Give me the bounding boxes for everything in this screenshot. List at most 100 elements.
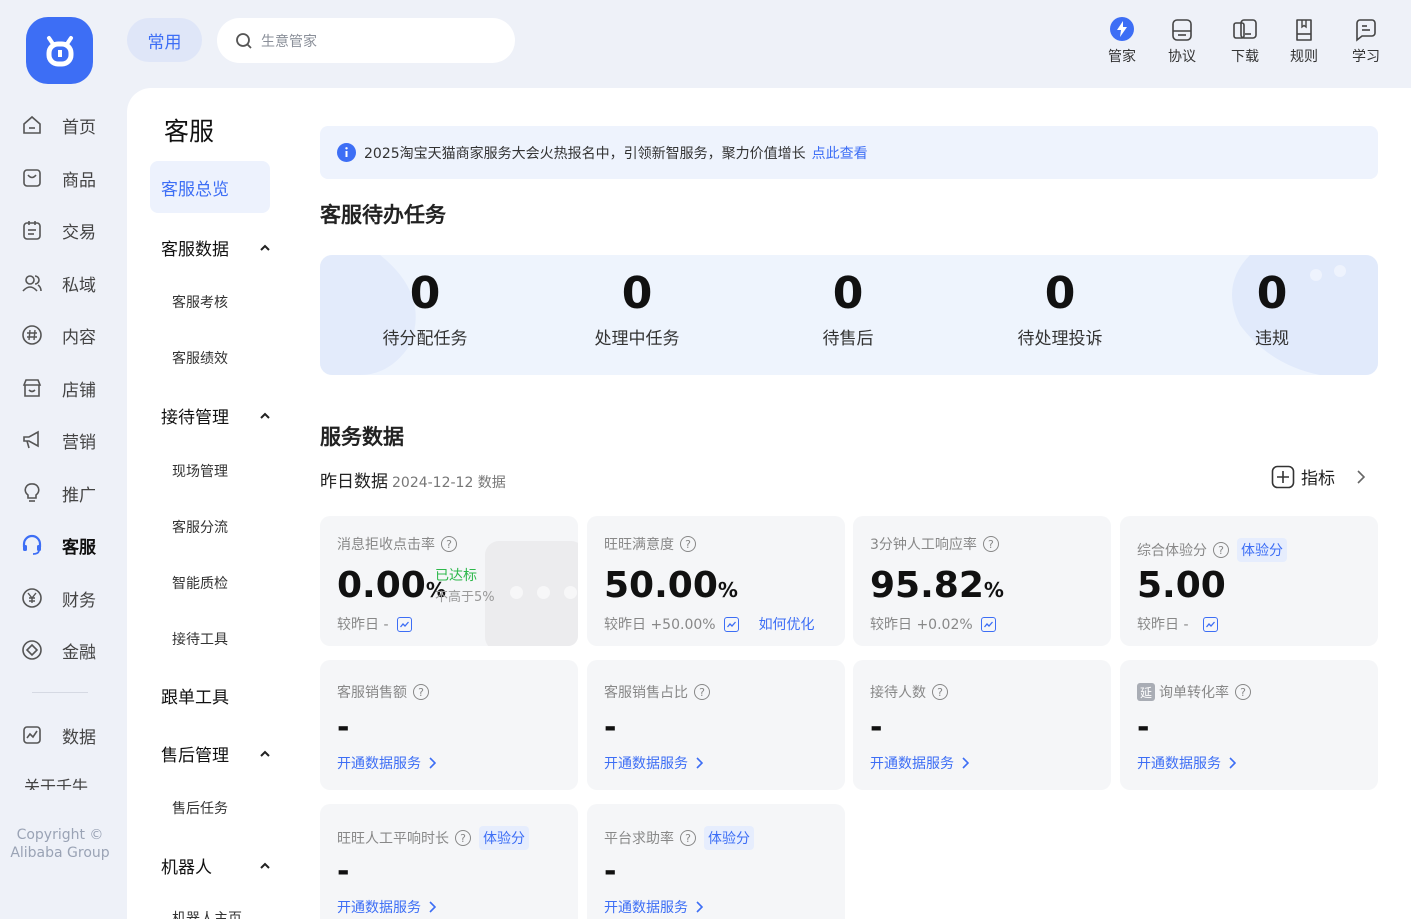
task-aftersale[interactable]: 0 待售后 <box>748 268 948 349</box>
submenu-item[interactable]: 接待工具 <box>172 629 228 649</box>
open-data-service-link[interactable]: 开通数据服务 <box>604 753 703 773</box>
submenu-group-reception[interactable]: 接待管理 <box>161 403 271 428</box>
nav-item-content[interactable]: 内容 <box>0 315 120 355</box>
common-pill-button[interactable]: 常用 <box>127 18 202 62</box>
home-icon <box>21 114 43 136</box>
metric-card-reject-rate[interactable]: 消息拒收点击率? 0.00% 已达标 不高于5% 较昨日 - <box>320 516 578 646</box>
tool-download[interactable]: 下载 <box>1219 14 1271 66</box>
help-icon[interactable]: ? <box>413 684 429 700</box>
submenu-group-label: 售后管理 <box>161 746 229 766</box>
submenu-item[interactable]: 客服绩效 <box>172 348 228 368</box>
open-data-service-link[interactable]: 开通数据服务 <box>337 897 436 917</box>
card-unit: % <box>983 578 1004 602</box>
card-value: - <box>604 854 617 889</box>
submenu-title: 客服 <box>164 117 215 146</box>
tool-agreement[interactable]: 协议 <box>1156 14 1208 66</box>
submenu-group-aftersale[interactable]: 售后管理 <box>161 741 271 766</box>
help-icon[interactable]: ? <box>680 830 696 846</box>
submenu-item[interactable]: 客服分流 <box>172 517 228 537</box>
metric-card-help-rate[interactable]: 平台求助率? 体验分 - 开通数据服务 <box>587 804 845 919</box>
notice-link[interactable]: 点此查看 <box>812 143 868 163</box>
metric-card-sales[interactable]: 客服销售额? - 开通数据服务 <box>320 660 578 790</box>
card-title: 综合体验分 <box>1137 543 1207 559</box>
submenu-group-robot[interactable]: 机器人 <box>161 853 271 878</box>
submenu-item[interactable]: 机器人主页 <box>172 908 242 919</box>
card-title: 询单转化率 <box>1159 685 1229 701</box>
info-icon <box>337 143 356 162</box>
tool-label: 下载 <box>1231 49 1259 65</box>
help-icon[interactable]: ? <box>982 536 999 552</box>
search-input[interactable] <box>261 32 481 49</box>
open-data-service-link[interactable]: 开通数据服务 <box>337 753 436 773</box>
task-violations[interactable]: 0 违规 <box>1172 268 1372 349</box>
help-icon[interactable]: ? <box>441 536 457 552</box>
help-icon[interactable]: ? <box>1213 542 1229 558</box>
help-icon[interactable]: ? <box>680 536 696 552</box>
submenu-item[interactable]: 智能质检 <box>172 573 228 593</box>
delay-badge: 延 <box>1137 683 1155 701</box>
nav-item-private[interactable]: 私域 <box>0 263 120 303</box>
submenu-item[interactable]: 现场管理 <box>172 461 228 481</box>
search-box[interactable] <box>217 18 515 63</box>
about-link[interactable]: 关于千牛 <box>24 776 88 790</box>
task-count: 0 <box>621 268 653 319</box>
card-value: 50.00 <box>604 565 718 606</box>
open-data-service-link[interactable]: 开通数据服务 <box>1137 753 1236 773</box>
nav-item-home[interactable]: 首页 <box>0 105 120 145</box>
nav-item-service[interactable]: 客服 <box>0 525 120 565</box>
nav-item-marketing[interactable]: 营销 <box>0 420 120 460</box>
nav-item-goods[interactable]: 商品 <box>0 158 120 198</box>
nav-item-banking[interactable]: 金融 <box>0 630 120 670</box>
submenu-item[interactable]: 客服考核 <box>172 292 228 312</box>
qianniu-logo[interactable] <box>26 17 93 84</box>
card-title: 消息拒收点击率 <box>337 537 435 553</box>
open-data-service-link[interactable]: 开通数据服务 <box>604 897 703 917</box>
card-compare: 较昨日 +0.02% <box>870 617 973 633</box>
metric-card-sales-share[interactable]: 客服销售占比? - 开通数据服务 <box>587 660 845 790</box>
nav-item-finance[interactable]: 财务 <box>0 578 120 618</box>
bull-logo-icon <box>46 35 73 66</box>
trend-icon[interactable] <box>980 616 996 632</box>
nav-item-trade[interactable]: 交易 <box>0 210 120 250</box>
trend-icon[interactable] <box>1202 616 1218 632</box>
optimize-link[interactable]: 如何优化 <box>759 614 815 634</box>
help-icon[interactable]: ? <box>694 684 710 700</box>
metric-card-experience-score[interactable]: 综合体验分? 体验分 5.00 较昨日 - <box>1120 516 1378 646</box>
help-icon[interactable]: ? <box>932 684 948 700</box>
link-label: 开通数据服务 <box>337 756 421 772</box>
submenu-group-service-data[interactable]: 客服数据 <box>161 235 271 260</box>
metric-card-conversion[interactable]: 延询单转化率? - 开通数据服务 <box>1120 660 1378 790</box>
agreement-icon <box>1171 14 1193 42</box>
open-data-service-link[interactable]: 开通数据服务 <box>870 753 969 773</box>
tool-rules[interactable]: 规则 <box>1278 14 1330 66</box>
task-unassigned[interactable]: 0 待分配任务 <box>325 268 525 349</box>
task-complaints[interactable]: 0 待处理投诉 <box>960 268 1160 349</box>
nav-item-promote[interactable]: 推广 <box>0 473 120 513</box>
trend-icon[interactable] <box>723 616 739 632</box>
help-icon[interactable]: ? <box>1235 684 1251 700</box>
tool-learn[interactable]: 学习 <box>1340 14 1392 66</box>
nav-item-store[interactable]: 店铺 <box>0 368 120 408</box>
submenu-item[interactable]: 售后任务 <box>172 798 228 818</box>
submenu-group-label: 机器人 <box>161 858 212 878</box>
tool-butler[interactable]: 管家 <box>1096 14 1148 66</box>
metrics-button[interactable]: 指标 <box>1271 464 1365 489</box>
trend-icon[interactable] <box>396 616 412 632</box>
card-title: 接待人数 <box>870 685 926 701</box>
nav-item-data[interactable]: 数据 <box>0 715 120 755</box>
nav-label: 营销 <box>62 432 96 453</box>
nav-label: 推广 <box>62 485 96 506</box>
chart-icon <box>21 724 43 746</box>
card-value: - <box>870 710 883 745</box>
metric-card-avg-response[interactable]: 旺旺人工平响时长? 体验分 - 开通数据服务 <box>320 804 578 919</box>
metric-card-reception-count[interactable]: 接待人数? - 开通数据服务 <box>853 660 1111 790</box>
help-icon[interactable]: ? <box>455 830 471 846</box>
card-compare: 较昨日 - <box>337 617 389 633</box>
metric-card-satisfaction[interactable]: 旺旺满意度? 50.00% 较昨日 +50.00% 如何优化 <box>587 516 845 646</box>
submenu-item-overview[interactable]: 客服总览 <box>150 161 270 213</box>
task-in-progress[interactable]: 0 处理中任务 <box>537 268 737 349</box>
metric-card-response-rate[interactable]: 3分钟人工响应率? 95.82% 较昨日 +0.02% <box>853 516 1111 646</box>
submenu-group-tracking[interactable]: 跟单工具 <box>161 683 271 708</box>
nav-label: 商品 <box>62 170 96 191</box>
lightning-icon <box>1109 14 1135 42</box>
